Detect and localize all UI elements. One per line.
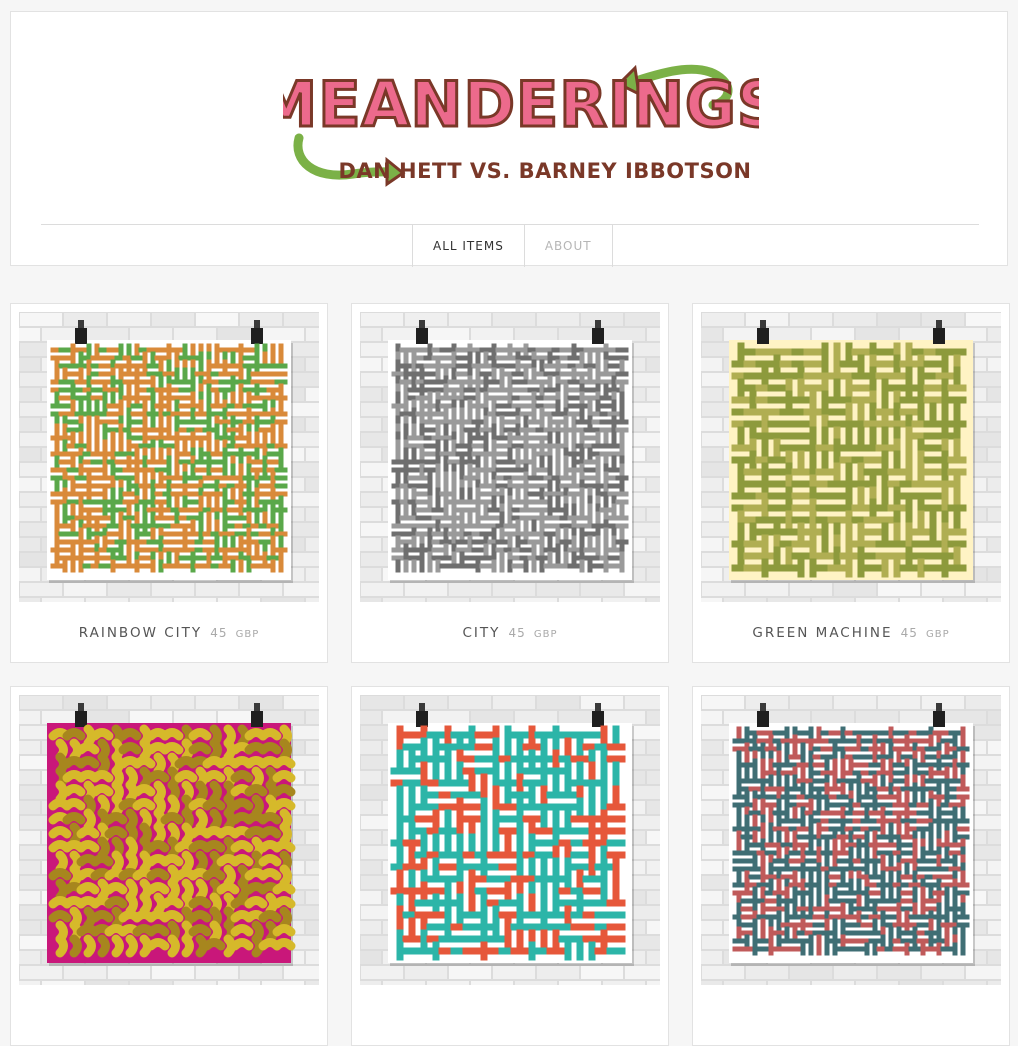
product-card[interactable]: CITY 45 GBP: [351, 303, 669, 663]
product-price: 45: [508, 626, 526, 640]
product-title[interactable]: CITY: [462, 625, 500, 641]
product-card[interactable]: [692, 686, 1010, 1046]
logo-title: MEANDERINGS: [283, 68, 759, 141]
product-caption: RAINBOW CITY 45 GBP: [11, 622, 327, 641]
nav-all-items[interactable]: ALL ITEMS: [413, 224, 525, 267]
meanderings-logo[interactable]: MEANDERINGS DAN HETT VS. BARNEY IBBOTSON: [283, 50, 759, 190]
product-card[interactable]: [10, 686, 328, 1046]
product-image[interactable]: [360, 695, 660, 985]
site-header: MEANDERINGS DAN HETT VS. BARNEY IBBOTSON…: [10, 11, 1008, 267]
product-image[interactable]: [701, 695, 1001, 985]
product-image[interactable]: [360, 312, 660, 602]
product-card[interactable]: GREEN MACHINE 45 GBP: [692, 303, 1010, 663]
product-caption: GREEN MACHINE 45 GBP: [693, 622, 1009, 641]
product-caption: CITY 45 GBP: [352, 622, 668, 641]
main-nav: ALL ITEMS ABOUT: [412, 224, 613, 267]
product-currency: GBP: [533, 629, 558, 640]
product-image[interactable]: [19, 312, 319, 602]
product-price: 45: [900, 626, 918, 640]
product-title[interactable]: RAINBOW CITY: [79, 625, 202, 641]
product-image[interactable]: [701, 312, 1001, 602]
product-card[interactable]: [351, 686, 669, 1046]
product-image[interactable]: [19, 695, 319, 985]
product-price: 45: [210, 626, 228, 640]
nav-about[interactable]: ABOUT: [525, 224, 613, 267]
logo-subtitle: DAN HETT VS. BARNEY IBBOTSON: [338, 159, 751, 183]
product-currency: GBP: [235, 629, 260, 640]
product-card[interactable]: RAINBOW CITY 45 GBP: [10, 303, 328, 663]
product-title[interactable]: GREEN MACHINE: [752, 625, 892, 641]
product-currency: GBP: [925, 629, 950, 640]
